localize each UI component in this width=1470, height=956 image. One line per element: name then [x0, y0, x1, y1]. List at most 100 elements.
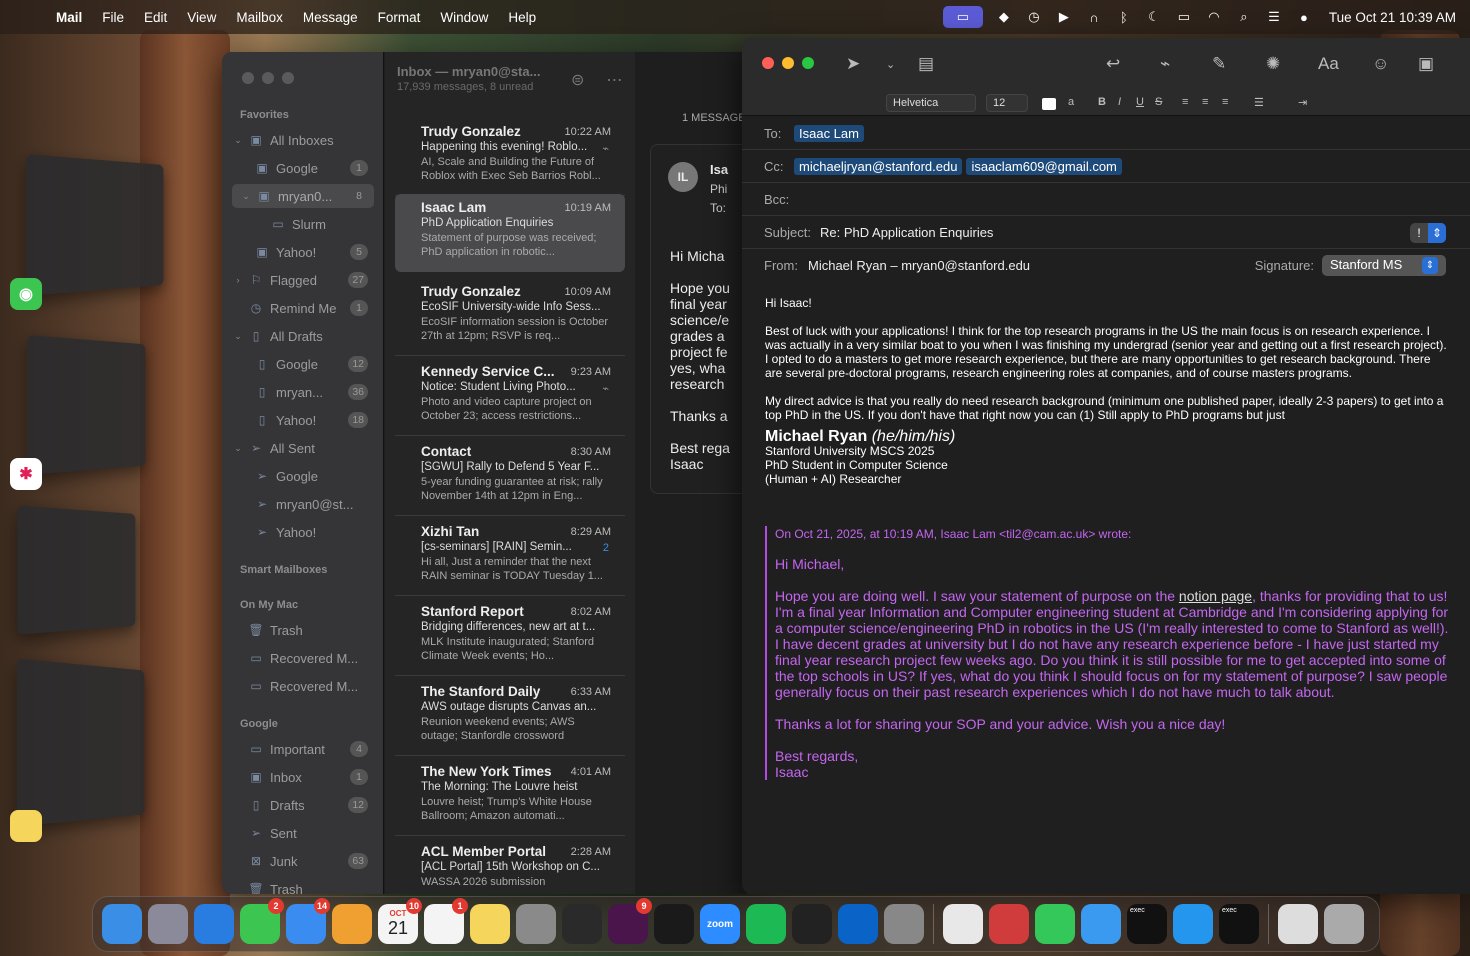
strikethrough-button[interactable]: S	[1155, 96, 1162, 108]
menu-view[interactable]: View	[187, 10, 216, 25]
chevron-right-icon[interactable]: ›	[232, 275, 244, 285]
sidebar-item-recovered[interactable]: ▭ Recovered M...	[232, 646, 374, 670]
message-row[interactable]: The Stanford Daily 6:33 AM AWS outage disr…	[395, 678, 625, 756]
sidebar-item-mryan-inbox[interactable]: ⌄ ▣ mryan0... 8	[232, 184, 374, 208]
message-row[interactable]: Kennedy Service C... 9:23 AM Notice: Stude…	[395, 358, 625, 436]
time-machine-icon[interactable]: ◷	[1019, 6, 1049, 28]
messages-stage-icon[interactable]: ◉	[10, 278, 42, 310]
dock-app-exec[interactable]: exec	[1127, 904, 1167, 944]
dock-app-iphone-mirroring[interactable]	[884, 904, 924, 944]
menu-clock[interactable]: Tue Oct 21 10:39 AM	[1329, 10, 1456, 25]
bluetooth-icon[interactable]: ᛒ	[1109, 6, 1139, 28]
sidebar-item-all-drafts[interactable]: ⌄ ▯ All Drafts	[232, 324, 374, 348]
apple-icon[interactable]	[20, 9, 36, 25]
sidebar-item-google-sent[interactable]: ➢ Google	[232, 464, 374, 488]
list-icon[interactable]: ☰	[1254, 96, 1264, 109]
sidebar-item-trash[interactable]: 🗑 Trash	[232, 618, 374, 642]
dock-app-spotify[interactable]	[746, 904, 786, 944]
dock-app-keynote[interactable]	[1081, 904, 1121, 944]
dock-app-finder[interactable]	[102, 904, 142, 944]
reply-icon[interactable]: ↩	[1106, 52, 1120, 76]
menu-edit[interactable]: Edit	[144, 10, 167, 25]
chevron-down-icon[interactable]: ⌄	[886, 52, 895, 76]
italic-button[interactable]: I	[1118, 96, 1121, 108]
siri-icon[interactable]: ●	[1289, 6, 1319, 28]
focus-moon-icon[interactable]: ☾	[1139, 6, 1169, 28]
font-size-select[interactable]: 12	[986, 94, 1028, 112]
dock-app-notes[interactable]	[470, 904, 510, 944]
minimize-button[interactable]	[262, 72, 274, 84]
stage-window-thumbnail[interactable]	[16, 658, 145, 827]
dock-app-cursor[interactable]	[792, 904, 832, 944]
sidebar-item-all-sent[interactable]: ⌄ ➢ All Sent	[232, 436, 374, 460]
dock-app-reminders[interactable]: 1	[424, 898, 468, 944]
stage-window-thumbnail[interactable]	[17, 505, 136, 635]
sidebar-item-yahoo-inbox[interactable]: ▣ Yahoo! 5	[232, 240, 374, 264]
format-icon[interactable]: Aa	[1318, 52, 1339, 76]
dock-app-launchpad[interactable]	[148, 904, 188, 944]
screen-mirroring-icon[interactable]: ▭	[942, 6, 983, 28]
sidebar-item-google-trash[interactable]: 🗑 Trash	[232, 877, 374, 895]
sidebar-item-mryan-sent[interactable]: ➢ mryan0@st...	[232, 492, 374, 516]
sidebar-item-flagged[interactable]: › ⚐ Flagged 27	[232, 268, 374, 292]
dock-app-trash[interactable]	[1324, 904, 1364, 944]
message-row[interactable]: Stanford Report 8:02 AM Bridging differenc…	[395, 598, 625, 676]
dock-app-downloads[interactable]	[1278, 904, 1318, 944]
message-row[interactable]: The New York Times 4:01 AM The Morning: Th…	[395, 758, 625, 836]
dock-app-slack[interactable]: 9	[608, 898, 652, 944]
indent-icon[interactable]: ⇥	[1298, 96, 1307, 109]
send-icon[interactable]: ➤	[846, 52, 860, 76]
stage-window-thumbnail[interactable]	[27, 335, 146, 475]
subject-field[interactable]: Re: PhD Application Enquiries	[820, 225, 993, 240]
dock-app-chrome[interactable]	[943, 904, 983, 944]
menu-format[interactable]: Format	[378, 10, 421, 25]
sidebar-item-google-drafts[interactable]: ▯ Google 12	[232, 352, 374, 376]
align-right-icon[interactable]: ≡	[1222, 96, 1228, 108]
more-icon[interactable]: ⋯	[606, 70, 622, 90]
align-center-icon[interactable]: ≡	[1202, 96, 1208, 108]
sidebar-item-google-inbox-2[interactable]: ▣ Inbox 1	[232, 765, 374, 789]
dock-app-photos[interactable]	[332, 904, 372, 944]
dock-app-exec[interactable]: exec	[1219, 904, 1259, 944]
sidebar-item-google-sent-2[interactable]: ➢ Sent	[232, 821, 374, 845]
notion-page-link[interactable]: notion page	[1179, 588, 1252, 604]
sidebar-item-remind-me[interactable]: ◷ Remind Me 1	[232, 296, 374, 320]
zoom-button[interactable]	[802, 57, 814, 69]
zoom-button[interactable]	[282, 72, 294, 84]
menu-app-name[interactable]: Mail	[56, 10, 82, 25]
dock-app-system-settings[interactable]	[516, 904, 556, 944]
dock-app-numbers[interactable]	[1035, 904, 1075, 944]
message-row[interactable]: Trudy Gonzalez 10:09 AM EcoSIF University-…	[395, 278, 625, 356]
sidebar-item-slurm[interactable]: ▭ Slurm	[232, 212, 374, 236]
bold-button[interactable]: B	[1098, 96, 1106, 108]
close-button[interactable]	[242, 72, 254, 84]
signature-select[interactable]: Stanford MS ⇕	[1322, 255, 1446, 276]
battery-icon[interactable]: ▭	[1169, 6, 1199, 28]
sidebar-item-all-inboxes[interactable]: ⌄ ▣ All Inboxes	[232, 128, 374, 152]
writing-tools-icon[interactable]: ✺	[1266, 52, 1280, 76]
sidebar-item-mryan-drafts[interactable]: ▯ mryan... 36	[232, 380, 374, 404]
menu-window[interactable]: Window	[440, 10, 488, 25]
menu-file[interactable]: File	[102, 10, 124, 25]
filter-icon[interactable]: ⊜	[571, 70, 584, 90]
slack-stage-icon[interactable]: ✱	[10, 458, 42, 490]
from-field[interactable]: Michael Ryan – mryan0@stanford.edu	[808, 258, 1030, 273]
message-row[interactable]: Xizhi Tan 8:29 AM [cs-seminars] [RAIN] Sem…	[395, 518, 625, 596]
message-row[interactable]: Trudy Gonzalez 10:22 AM Happening this eve…	[395, 118, 625, 196]
sidebar-item-google-inbox[interactable]: ▣ Google 1	[232, 156, 374, 180]
bcc-row[interactable]: Bcc:	[742, 183, 1470, 216]
emoji-icon[interactable]: ☺	[1372, 52, 1389, 76]
priority-select[interactable]: ! ⇕	[1410, 223, 1446, 243]
chevron-down-icon[interactable]: ⌄	[232, 135, 244, 146]
underline-button[interactable]: U	[1136, 96, 1144, 108]
message-row[interactable]: ACL Member Portal 2:28 AM [ACL Portal] 15t…	[395, 838, 625, 894]
compose-body[interactable]: Hi Isaac! Best of luck with your applica…	[765, 296, 1449, 486]
menu-help[interactable]: Help	[508, 10, 536, 25]
dock-app-docker[interactable]	[1173, 904, 1213, 944]
dock-app-calendar[interactable]: OCT 21 10	[378, 898, 422, 944]
header-fields-icon[interactable]: ▤	[918, 52, 934, 76]
wifi-icon[interactable]: ◠	[1199, 6, 1229, 28]
dock-app-mail[interactable]: 14	[286, 898, 330, 944]
chevron-down-icon[interactable]: ⌄	[240, 191, 252, 202]
message-row-selected[interactable]: Isaac Lam 10:19 AM PhD Application Enquiri…	[395, 194, 625, 272]
